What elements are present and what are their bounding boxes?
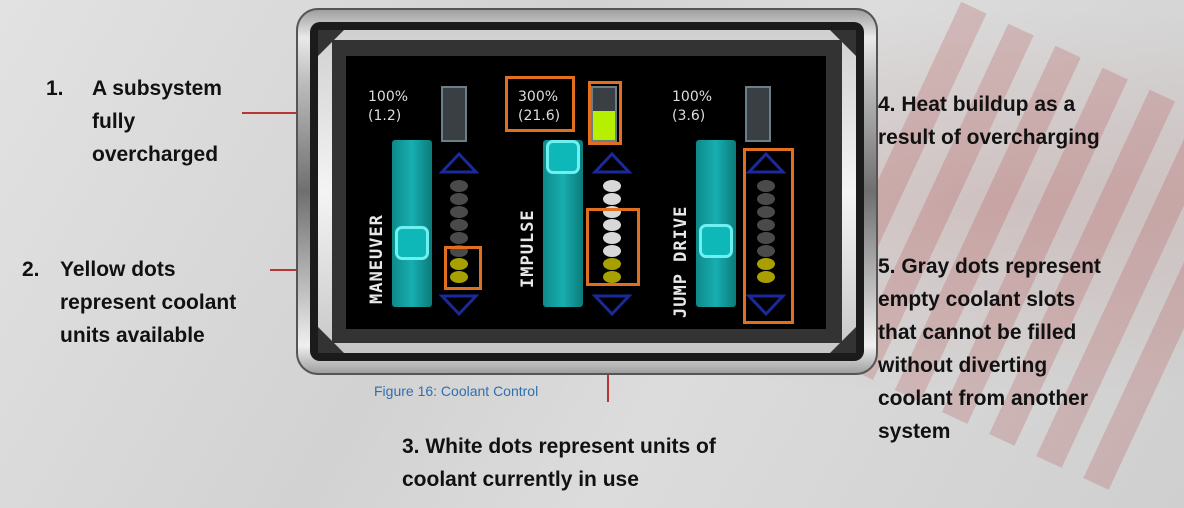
- impulse-coolant-down-icon[interactable]: [592, 292, 632, 318]
- coolant-dot: [450, 206, 468, 218]
- annotation-5-line-3: that cannot be filled: [878, 321, 1077, 344]
- annotation-2-line-2: represent coolant: [60, 291, 237, 314]
- jump-drive-heat-gauge: [745, 86, 771, 142]
- impulse-slider-knob[interactable]: [546, 140, 580, 174]
- jump-drive-power: 100%: [672, 89, 713, 105]
- impulse-power: 300%: [518, 89, 559, 105]
- highlight-yellow-dots: [444, 246, 482, 290]
- annotation-5-line-6: system: [878, 420, 951, 443]
- maneuver-coolant-down-icon[interactable]: [439, 292, 479, 318]
- annotation-5-line-2: empty coolant slots: [878, 288, 1076, 311]
- impulse-coolant-up-icon[interactable]: [592, 152, 632, 178]
- annotation-5-line-4: without diverting: [878, 354, 1048, 377]
- annotation-2-line-3: units available: [60, 324, 205, 347]
- highlight-white-dots: [586, 208, 640, 286]
- annotation-4-line-2: result of overcharging: [878, 126, 1100, 149]
- coolant-dot: [603, 193, 621, 205]
- annotation-1-number: 1.: [46, 77, 64, 100]
- jump-drive-slider-knob[interactable]: [699, 224, 733, 258]
- coolant-dot: [450, 219, 468, 231]
- annotation-5-line-1: 5. Gray dots represent: [878, 255, 1101, 278]
- annotation-5: 5. Gray dots represent empty coolant slo…: [878, 250, 1178, 450]
- annotation-4-line-1: 4. Heat buildup as a: [878, 93, 1076, 116]
- annotation-4: 4. Heat buildup as a result of overcharg…: [878, 88, 1178, 158]
- impulse-label: IMPULSE: [518, 209, 538, 288]
- annotation-1-line-3: overcharged: [92, 143, 219, 166]
- coolant-dot: [450, 180, 468, 192]
- maneuver-value: (1.2): [368, 108, 402, 124]
- coolant-dot: [603, 180, 621, 192]
- annotation-3-line-1: 3. White dots represent units of: [402, 435, 716, 458]
- maneuver-heat-gauge: [441, 86, 467, 142]
- annotation-1-line-1: A subsystem: [92, 77, 222, 100]
- annotation-5-line-5: coolant from another: [878, 387, 1089, 410]
- annotation-2: 2. Yellow dots represent coolant units a…: [22, 253, 272, 363]
- maneuver-coolant-up-icon[interactable]: [439, 152, 479, 178]
- annotation-3: 3. White dots represent units of coolant…: [402, 430, 822, 500]
- annotation-2-number: 2.: [22, 258, 40, 281]
- maneuver-power-slider[interactable]: [392, 140, 432, 307]
- jump-drive-value: (3.6): [672, 108, 706, 124]
- figure-caption: Figure 16: Coolant Control: [374, 383, 539, 399]
- impulse-value: (21.6): [518, 108, 561, 124]
- annotation-2-line-1: Yellow dots: [60, 258, 176, 281]
- annotation-1-line-2: fully: [92, 110, 136, 133]
- highlight-gray-dots: [743, 148, 794, 324]
- maneuver-label: MANEUVER: [367, 214, 387, 304]
- annotation-1: 1. A subsystem fully overcharged: [46, 72, 276, 182]
- jump-drive-label: JUMP DRIVE: [671, 205, 691, 318]
- annotation-3-line-2: coolant currently in use: [402, 468, 639, 491]
- highlight-heat: [588, 81, 622, 145]
- coolant-dot: [450, 232, 468, 244]
- maneuver-slider-knob[interactable]: [395, 226, 429, 260]
- maneuver-power: 100%: [368, 89, 409, 105]
- coolant-dot: [450, 193, 468, 205]
